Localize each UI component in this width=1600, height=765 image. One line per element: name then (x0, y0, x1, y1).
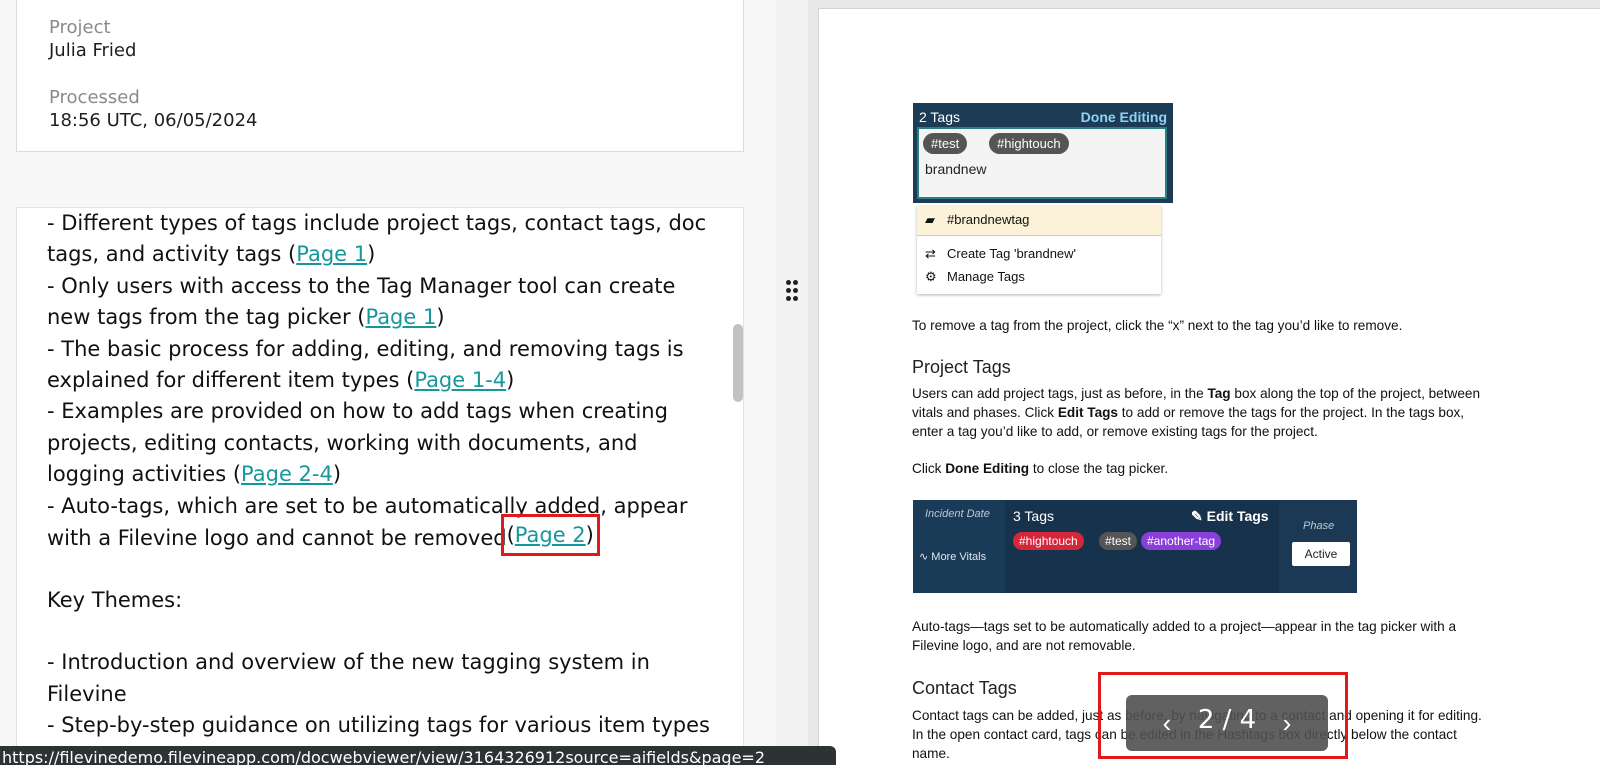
document-meta-card: Project Julia Fried Processed 18:56 UTC,… (16, 0, 744, 152)
doc-heading-contact-tags: Contact Tags (912, 678, 1017, 698)
summary-line: - Introduction and overview of the new t… (47, 650, 650, 675)
summary-scrollbar[interactable] (730, 208, 744, 765)
app-root: Project Julia Fried Processed 18:56 UTC,… (0, 0, 1600, 765)
summary-line: - Different types of tags include projec… (47, 211, 707, 235)
summary-text: - Different types of tags include projec… (47, 208, 717, 742)
page-navigator: 2 / 4 ‹ › (1126, 695, 1328, 751)
project-label: Project (49, 17, 111, 38)
summary-line: - Examples are provided on how to add ta… (47, 399, 668, 424)
summary-line: tags, and activity tags (Page 1) (47, 242, 376, 267)
doc-paragraph: Auto-tags—tags set to be automatically a… (912, 619, 1457, 653)
tag-picker-screenshot: 2 Tags Done Editing #test #hightouch bra… (913, 103, 1173, 294)
pane-divider[interactable] (776, 0, 808, 765)
next-page-button[interactable]: › (1272, 707, 1302, 739)
summary-line: - The basic process for adding, editing,… (47, 336, 684, 361)
doc-paragraph: Users can add project tags, just as befo… (912, 386, 1481, 439)
doc-paragraph: To remove a tag from the project, click … (912, 318, 1403, 333)
page-link-highlighted[interactable]: Page 2 (515, 523, 586, 547)
page-link[interactable]: Page 2-4 (241, 462, 333, 486)
summary-scrollbar-thumb[interactable] (733, 324, 743, 402)
link-status-bar: https://filevinedemo.filevineapp.com/doc… (0, 746, 836, 765)
highlighted-citation: (Page 2) (500, 513, 600, 556)
create-tag-icon: ⇄ (925, 246, 936, 261)
summary-line: - Only users with access to the Tag Mana… (47, 273, 676, 298)
key-themes-heading: Key Themes: (47, 587, 183, 612)
summary-line: - Step-by-step guidance on utilizing tag… (47, 713, 710, 738)
summary-line: explained for different item types (Page… (47, 367, 515, 392)
ai-summary-card: - Different types of tags include projec… (16, 207, 744, 765)
summary-line: Filevine (47, 681, 127, 706)
tag-icon: ▰ (925, 212, 935, 227)
processed-label: Processed (49, 87, 140, 108)
page-link[interactable]: Page 1 (296, 242, 367, 266)
summary-line: with a Filevine logo and cannot be remov… (47, 513, 717, 556)
doc-paragraph: Click Done Editing to close the tag pick… (912, 461, 1169, 476)
prev-page-button[interactable]: ‹ (1152, 707, 1182, 739)
summary-line: projects, editing contacts, working with… (47, 430, 638, 455)
summary-pane: Project Julia Fried Processed 18:56 UTC,… (0, 0, 776, 765)
page-link[interactable]: Page 1 (365, 305, 436, 329)
project-value: Julia Fried (49, 40, 137, 61)
page-navigator-highlight: 2 / 4 ‹ › (1098, 672, 1348, 759)
drag-handle-icon[interactable] (786, 280, 798, 304)
page-link[interactable]: Page 1-4 (414, 368, 506, 392)
summary-line: logging activities (Page 2-4) (47, 462, 342, 487)
summary-line: - Auto-tags, which are set to be automat… (47, 493, 688, 518)
gear-icon: ⚙ (925, 269, 937, 284)
processed-value: 18:56 UTC, 06/05/2024 (49, 110, 258, 131)
summary-line: new tags from the tag picker (Page 1) (47, 305, 445, 330)
more-vitals: ∿ More Vitals (919, 551, 987, 563)
doc-heading-project-tags: Project Tags (912, 357, 1011, 377)
project-tags-screenshot: Incident Date ∿ More Vitals 3 Tags ✎ Edi… (913, 500, 1357, 593)
